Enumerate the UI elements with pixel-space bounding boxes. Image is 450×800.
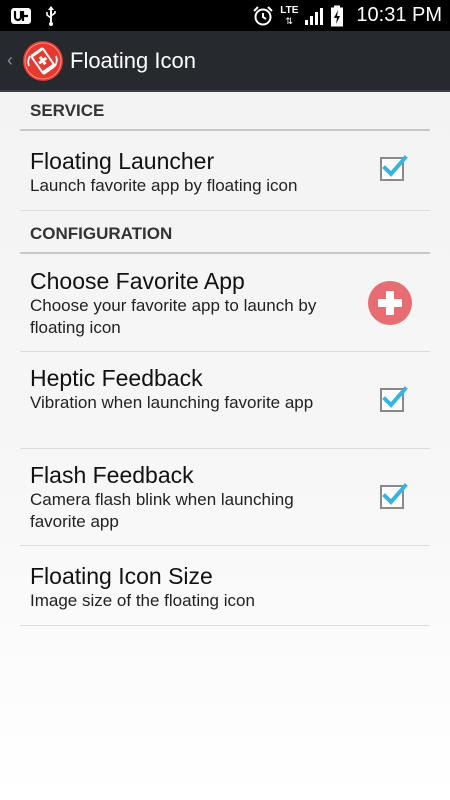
alarm-icon <box>252 5 274 27</box>
app-notification-icon <box>10 6 32 26</box>
back-chevron-icon[interactable]: ‹ <box>0 50 20 71</box>
category-header-configuration: CONFIGURATION <box>20 211 430 254</box>
category-header-service: SERVICE <box>20 92 430 131</box>
checkbox[interactable] <box>380 483 408 509</box>
page-title: Floating Icon <box>70 47 196 73</box>
heptic-feedback-checkbox[interactable] <box>380 386 408 412</box>
pref-title: Heptic Feedback <box>30 365 203 391</box>
flash-feedback-checkbox[interactable] <box>380 483 408 509</box>
signal-icon <box>304 6 324 26</box>
network-type: LTE ⇅ <box>280 4 299 26</box>
pref-summary: Choose your favorite app to launch by fl… <box>30 296 317 337</box>
pref-flash-feedback[interactable]: Flash Feedback Camera flash blink when l… <box>20 449 430 546</box>
pref-floating-launcher[interactable]: Floating Launcher Launch favorite app by… <box>20 131 430 211</box>
checkbox[interactable] <box>380 386 408 412</box>
preferences-list: SERVICE Floating Launcher Launch favorit… <box>20 92 430 626</box>
clock: 10:31 PM <box>356 4 442 26</box>
pref-title: Flash Feedback <box>30 462 194 488</box>
checkmark-icon <box>382 154 408 177</box>
checkmark-icon <box>382 386 408 408</box>
pref-title: Floating Icon Size <box>30 563 213 589</box>
pref-heptic-feedback[interactable]: Heptic Feedback Vibration when launching… <box>20 352 430 449</box>
add-icon[interactable] <box>368 280 412 325</box>
pref-summary: Camera flash blink when launching favori… <box>30 490 294 531</box>
pref-summary: Vibration when launching favorite app <box>30 393 314 412</box>
pref-choose-favorite-app[interactable]: Choose Favorite App Choose your favorite… <box>20 254 430 352</box>
usb-icon <box>44 5 58 27</box>
action-bar: ‹ Floating Icon <box>0 31 450 92</box>
pref-floating-icon-size[interactable]: Floating Icon Size Image size of the flo… <box>20 546 430 626</box>
status-bar: LTE ⇅ 10:31 PM <box>0 0 450 31</box>
pref-title: Choose Favorite App <box>30 268 245 294</box>
checkbox[interactable] <box>380 154 408 181</box>
pref-summary: Image size of the floating icon <box>30 591 255 610</box>
pref-title: Floating Launcher <box>30 148 215 174</box>
floating-launcher-checkbox[interactable] <box>380 154 408 181</box>
choose-app-add-button[interactable] <box>368 280 412 325</box>
pref-summary: Launch favorite app by floating icon <box>30 176 298 195</box>
checkmark-icon <box>382 483 408 505</box>
battery-charging-icon <box>330 5 344 27</box>
app-logo-icon[interactable] <box>22 40 64 82</box>
